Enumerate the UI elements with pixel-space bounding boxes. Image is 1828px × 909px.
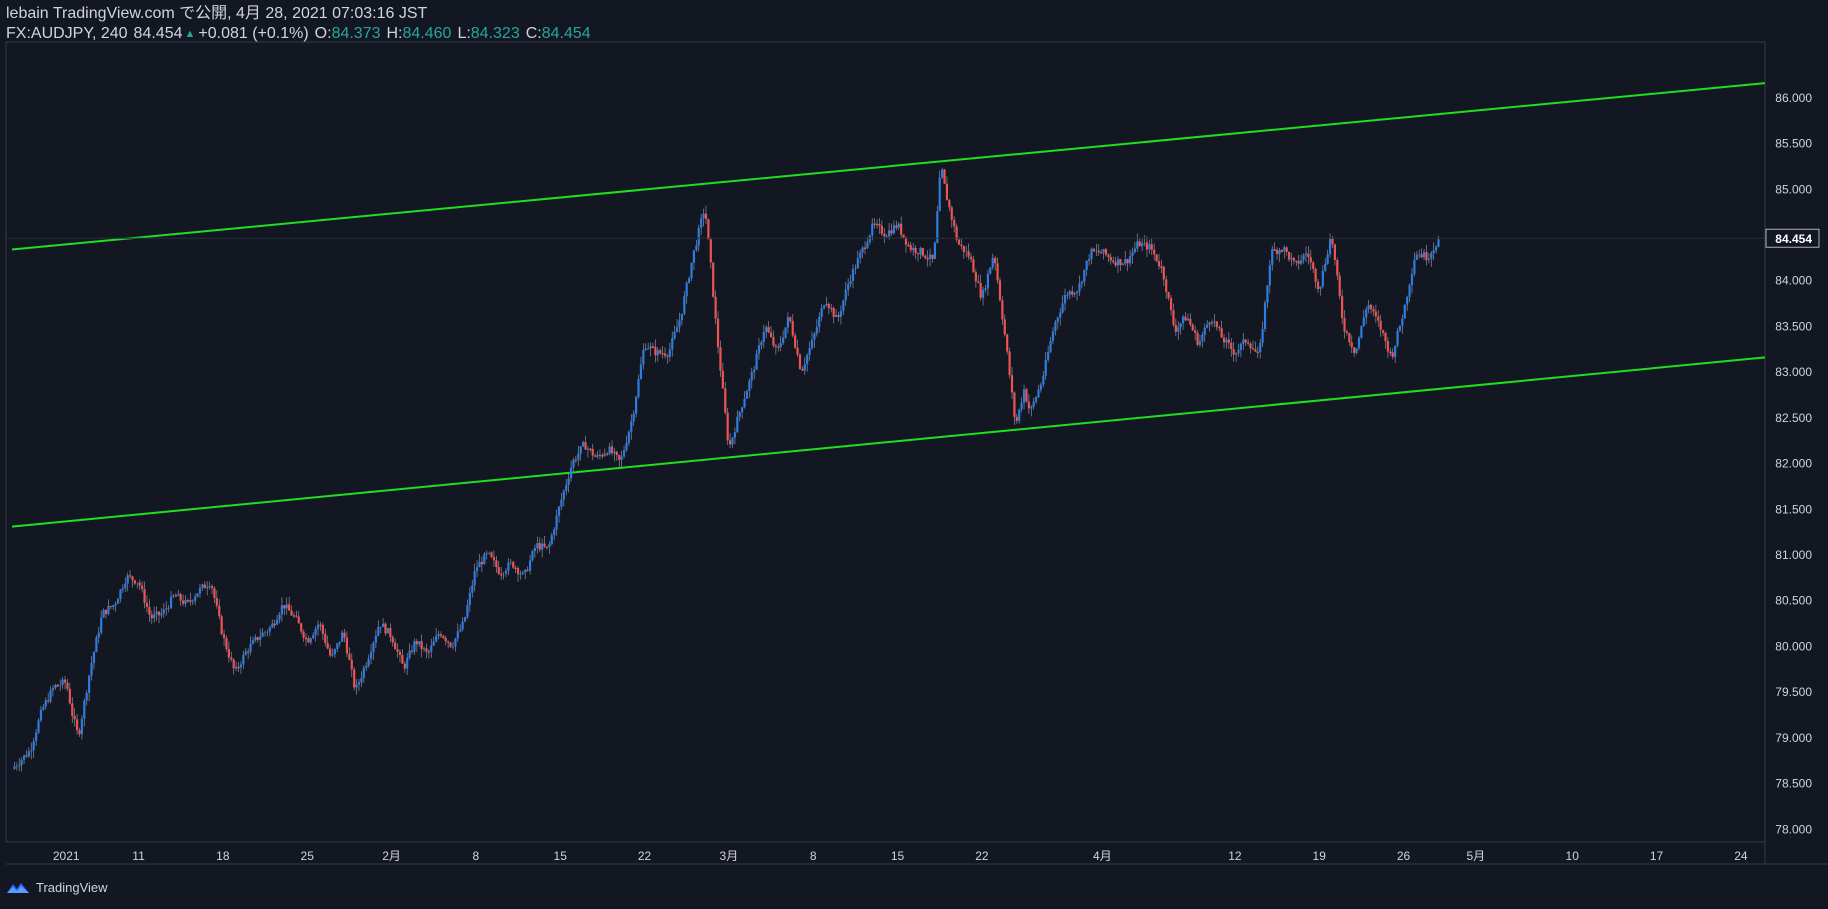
price-chart[interactable]: 78.000 78.500 79.000 79.500 80.000 80.500 81.0…: [0, 0, 1828, 909]
x-tick-label: 5月: [1467, 849, 1486, 863]
x-tick-label: 3月: [720, 849, 739, 863]
y-tick-label: 79.500: [1775, 685, 1812, 699]
trendline[interactable]: [11, 82, 1766, 251]
y-tick-label: 86.000: [1775, 91, 1812, 105]
y-tick-label: 80.500: [1775, 594, 1812, 608]
last-price-tag-label: 84.454: [1775, 232, 1812, 246]
y-tick-label: 82.500: [1775, 411, 1812, 425]
x-tick-label: 26: [1397, 849, 1411, 863]
y-tick-label: 81.000: [1775, 548, 1812, 562]
x-tick-label: 2月: [382, 849, 401, 863]
x-tick-label: 15: [554, 849, 568, 863]
x-tick-label: 11: [132, 849, 145, 863]
y-tick-label: 78.000: [1775, 822, 1812, 836]
x-tick-label: 19: [1313, 849, 1327, 863]
x-tick-label: 12: [1228, 849, 1242, 863]
x-tick-label: 15: [891, 849, 905, 863]
x-tick-label: 17: [1650, 849, 1664, 863]
footer-brand[interactable]: TradingView: [6, 880, 108, 895]
y-tick-label: 82.000: [1775, 457, 1812, 471]
x-tick-label: 22: [638, 849, 652, 863]
x-tick-label: 18: [216, 849, 230, 863]
y-tick-label: 84.000: [1775, 274, 1812, 288]
brand-label: TradingView: [36, 880, 108, 895]
x-tick-label: 8: [810, 849, 817, 863]
y-tick-label: 85.500: [1775, 137, 1812, 151]
x-tick-label: 25: [301, 849, 315, 863]
y-tick-label: 80.000: [1775, 639, 1812, 653]
x-tick-label: 4月: [1093, 849, 1112, 863]
y-tick-label: 79.000: [1775, 731, 1812, 745]
x-tick-label: 22: [975, 849, 989, 863]
x-tick-label: 24: [1734, 849, 1748, 863]
y-tick-label: 81.500: [1775, 502, 1812, 516]
y-tick-label: 85.000: [1775, 182, 1812, 196]
x-tick-label: 10: [1566, 849, 1580, 863]
trendline[interactable]: [11, 356, 1766, 528]
x-tick-label: 2021: [53, 849, 80, 863]
tradingview-logo-icon: [7, 882, 29, 893]
x-tick-label: 8: [473, 849, 480, 863]
y-tick-label: 83.500: [1775, 319, 1812, 333]
y-tick-label: 83.000: [1775, 365, 1812, 379]
y-tick-label: 78.500: [1775, 777, 1812, 791]
